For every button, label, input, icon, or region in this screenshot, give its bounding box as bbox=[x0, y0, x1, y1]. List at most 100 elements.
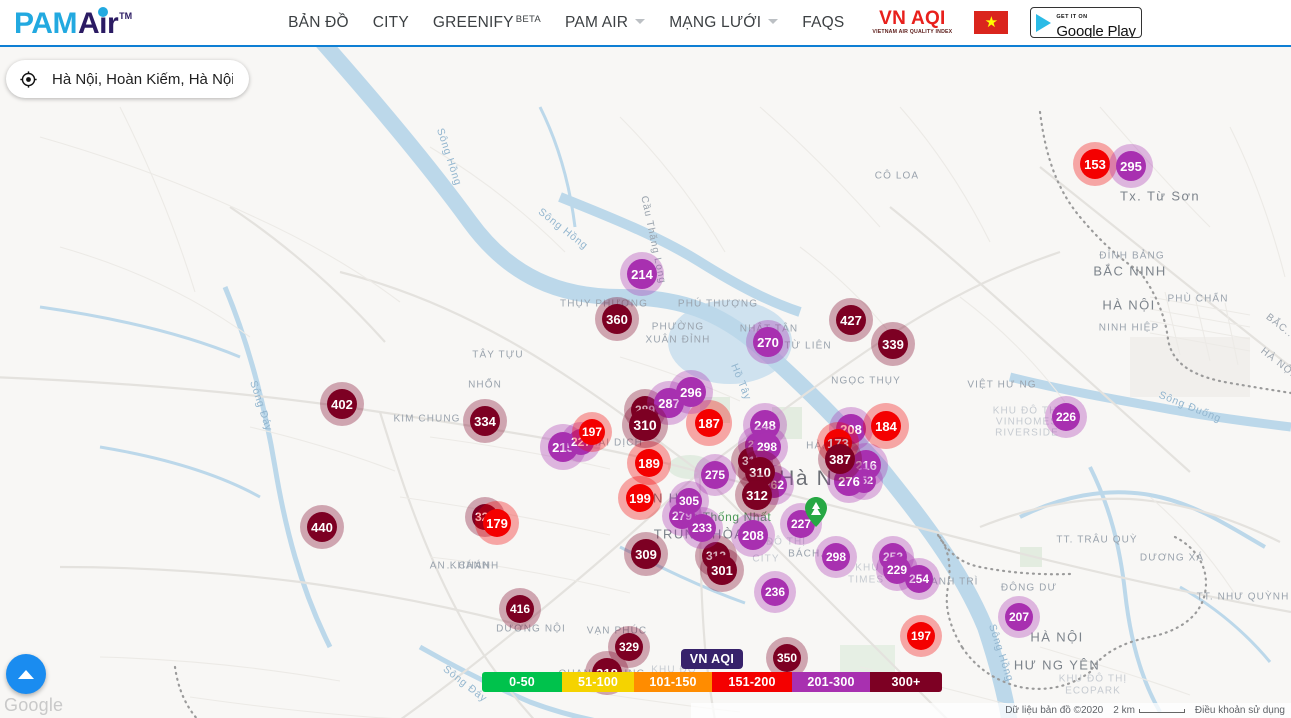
aqi-marker-value: 270 bbox=[757, 334, 779, 350]
nav-beta-badge: BETA bbox=[515, 13, 542, 25]
aqi-marker[interactable]: 236 bbox=[754, 571, 796, 613]
site-header: PAM Air TM BẢN ĐỒ CITY GREENIFY BETA PAM… bbox=[0, 0, 1291, 47]
aqi-marker-value: 402 bbox=[331, 396, 353, 412]
google-play-text: GET IT ON Google Play bbox=[1056, 8, 1136, 38]
aqi-marker-core: 275 bbox=[701, 461, 729, 489]
location-search-box[interactable] bbox=[6, 60, 249, 98]
legend-cell: 0-50 bbox=[482, 672, 562, 692]
aqi-marker[interactable]: 312 bbox=[735, 473, 779, 517]
aqi-marker-core: 199 bbox=[626, 484, 654, 512]
aqi-marker-value: 199 bbox=[629, 490, 651, 506]
aqi-marker-core: 339 bbox=[878, 329, 908, 359]
nav-item-ban-do[interactable]: BẢN ĐỒ bbox=[276, 8, 361, 38]
aqi-marker-value: 214 bbox=[631, 266, 653, 282]
pamair-logo[interactable]: PAM Air TM bbox=[14, 6, 132, 40]
aqi-marker-value: 197 bbox=[910, 629, 932, 643]
aqi-marker[interactable]: 229 bbox=[876, 549, 918, 591]
map-data-attribution: Dữ liệu bản đồ ©2020 bbox=[1005, 705, 1104, 716]
aqi-marker-core: 236 bbox=[761, 578, 789, 606]
aqi-marker[interactable]: 339 bbox=[871, 322, 915, 366]
aqi-marker[interactable]: 187 bbox=[686, 400, 732, 446]
crosshair-icon bbox=[20, 70, 37, 88]
map-scale-line bbox=[1138, 708, 1185, 713]
aqi-marker[interactable]: 199 bbox=[618, 476, 662, 520]
aqi-marker[interactable]: 402 bbox=[320, 382, 364, 426]
vietnam-flag-icon[interactable]: ★ bbox=[974, 11, 1009, 34]
aqi-marker[interactable]: 296 bbox=[669, 370, 713, 414]
nav-label: FAQS bbox=[802, 13, 845, 31]
aqi-marker-core: 296 bbox=[676, 377, 706, 407]
aqi-marker[interactable]: 309 bbox=[624, 532, 668, 576]
legend-cell: 201-300 bbox=[792, 672, 870, 692]
aqi-marker-core: 298 bbox=[822, 543, 850, 571]
aqi-marker-value: 360 bbox=[606, 311, 628, 327]
aqi-marker-value: 298 bbox=[825, 550, 847, 564]
aqi-marker-core: 295 bbox=[1116, 151, 1146, 181]
logo-text-pam: PAM bbox=[14, 6, 77, 40]
map-scale-label: 2 km bbox=[1113, 705, 1135, 716]
google-play-button[interactable]: GET IT ON Google Play bbox=[1030, 7, 1143, 38]
search-input[interactable] bbox=[50, 69, 235, 89]
aqi-marker-core: 184 bbox=[871, 411, 901, 441]
google-play-label: Google Play bbox=[1056, 22, 1136, 38]
aqi-marker[interactable]: 197 bbox=[572, 412, 612, 452]
aqi-marker-value: 310 bbox=[633, 417, 657, 433]
aqi-marker[interactable]: 360 bbox=[595, 297, 639, 341]
aqi-marker[interactable]: 189 bbox=[627, 441, 671, 485]
aqi-marker-core: 153 bbox=[1080, 149, 1110, 179]
aqi-marker[interactable]: 301 bbox=[700, 548, 744, 592]
aqi-marker[interactable]: 270 bbox=[746, 320, 790, 364]
aqi-marker-core: 189 bbox=[635, 449, 663, 477]
aqi-marker-value: 229 bbox=[886, 563, 908, 577]
aqi-marker[interactable]: 226 bbox=[1045, 396, 1087, 438]
aqi-marker-value: 184 bbox=[875, 418, 897, 434]
map-canvas[interactable]: Sông Hồng Sông Hồng Cầu Thăng Long CÔ LOA Tx… bbox=[0, 47, 1291, 718]
map-attribution-bar: Dữ liệu bản đồ ©2020 2 km Điều khoản sử … bbox=[691, 703, 1291, 718]
aqi-marker[interactable]: 275 bbox=[694, 454, 736, 496]
aqi-marker[interactable]: 295 bbox=[1109, 144, 1153, 188]
nav-item-mang-luoi[interactable]: MẠNG LƯỚI bbox=[657, 8, 790, 38]
legend-cell: 51-100 bbox=[562, 672, 634, 692]
chevron-down-icon bbox=[635, 18, 646, 24]
aqi-marker[interactable]: 214 bbox=[620, 252, 664, 296]
aqi-marker[interactable]: 334 bbox=[463, 399, 507, 443]
aqi-marker-value: 301 bbox=[711, 562, 733, 578]
legend-scale: 0-50 51-100 101-150 151-200 201-300 300+ bbox=[482, 672, 942, 692]
aqi-marker[interactable]: 197 bbox=[900, 615, 942, 657]
aqi-marker-core: 187 bbox=[695, 409, 723, 437]
map-scale: 2 km bbox=[1113, 705, 1185, 716]
aqi-marker[interactable]: 179 bbox=[475, 501, 519, 545]
vn-aqi-badge[interactable]: VN AQI VIETNAM AIR QUALITY INDEX bbox=[872, 9, 952, 35]
aqi-marker-value: 296 bbox=[680, 384, 702, 400]
nav-label: BẢN ĐỒ bbox=[288, 13, 349, 31]
aqi-marker[interactable]: 427 bbox=[829, 298, 873, 342]
aqi-marker[interactable]: 207 bbox=[998, 596, 1040, 638]
aqi-marker-core: 309 bbox=[631, 539, 661, 569]
aqi-marker-core: 427 bbox=[836, 305, 866, 335]
nav-item-city[interactable]: CITY bbox=[361, 8, 421, 38]
google-play-icon bbox=[1036, 13, 1052, 32]
scroll-to-top-button[interactable] bbox=[6, 654, 46, 694]
nav-label: GREENIFY bbox=[432, 13, 514, 31]
nav-item-pam-air[interactable]: PAM AIR bbox=[553, 8, 657, 38]
aqi-marker[interactable]: 310 bbox=[622, 402, 668, 448]
aqi-marker[interactable]: 387 bbox=[818, 437, 862, 481]
tree-pin-icon[interactable] bbox=[805, 497, 827, 532]
aqi-marker[interactable]: 184 bbox=[863, 403, 909, 449]
aqi-legend: VN AQI 0-50 51-100 101-150 151-200 201-300 30… bbox=[482, 649, 942, 692]
aqi-marker[interactable]: 153 bbox=[1073, 142, 1117, 186]
logo-text-air: Air bbox=[78, 6, 119, 39]
aqi-marker[interactable]: 440 bbox=[300, 505, 344, 549]
aqi-marker[interactable]: 416 bbox=[499, 588, 541, 630]
aqi-marker[interactable]: 233 bbox=[681, 507, 723, 549]
aqi-marker[interactable]: 298 bbox=[815, 536, 857, 578]
map-terms-link[interactable]: Điều khoản sử dụng bbox=[1195, 705, 1285, 716]
aqi-marker-value: 334 bbox=[474, 413, 496, 429]
main-navigation: BẢN ĐỒ CITY GREENIFY BETA PAM AIR MẠNG L… bbox=[276, 7, 1143, 38]
aqi-marker-core: 334 bbox=[470, 406, 500, 436]
aqi-marker[interactable]: 208 bbox=[731, 513, 775, 557]
nav-item-faqs[interactable]: FAQS bbox=[790, 8, 856, 38]
aqi-marker-core: 214 bbox=[627, 259, 657, 289]
aqi-marker-value: 295 bbox=[1120, 158, 1142, 174]
nav-item-greenify[interactable]: GREENIFY BETA bbox=[421, 8, 553, 38]
